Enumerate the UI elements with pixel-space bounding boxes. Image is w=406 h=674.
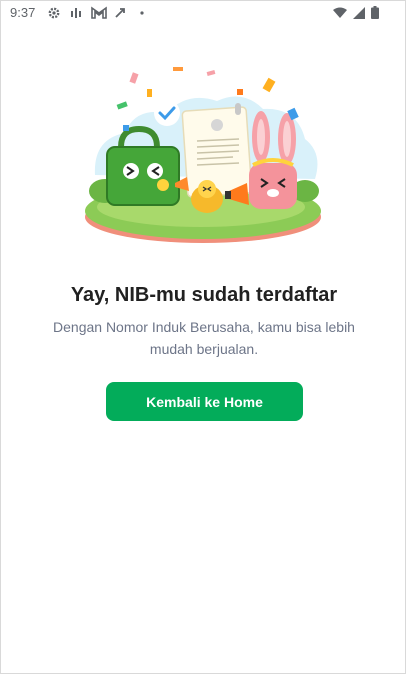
battery-icon	[371, 6, 379, 24]
sync-icon	[113, 6, 127, 20]
status-left-icons	[47, 6, 149, 20]
settings-icon	[47, 6, 61, 20]
page-subtitle: Dengan Nomor Induk Berusaha, kamu bisa l…	[53, 319, 355, 357]
wifi-icon	[333, 6, 347, 24]
status-right-icons	[333, 6, 379, 24]
signal-bars-icon	[69, 6, 83, 20]
status-bar: 9:37	[1, 1, 405, 25]
page-title: Yay, NIB-mu sudah terdaftar	[70, 284, 338, 306]
dot-icon	[135, 6, 149, 20]
hero-illustration	[83, 67, 323, 259]
status-time: 9:37	[10, 5, 36, 20]
back-to-home-button[interactable]: Kembali ke Home	[106, 382, 303, 421]
screen: 9:37 Yay, NIB-mu sudah terdaftar Dengan …	[0, 0, 406, 674]
gmail-icon	[91, 6, 107, 20]
cellular-icon	[353, 6, 365, 24]
